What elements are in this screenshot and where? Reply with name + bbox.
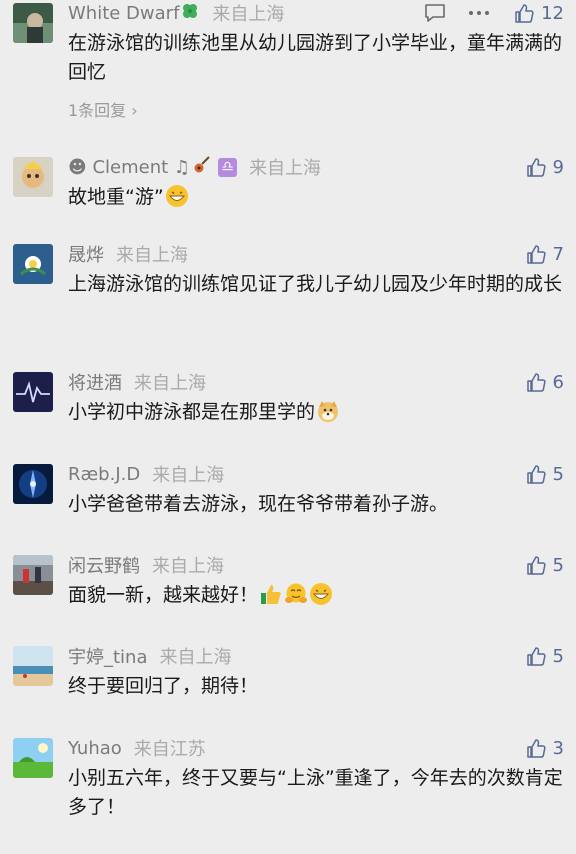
- comment-header: White Dwarf 来自上海 12: [68, 0, 564, 26]
- avatar[interactable]: [13, 464, 53, 504]
- thumbs-up-icon: [526, 158, 546, 177]
- hug-emoji: [285, 583, 308, 603]
- like-button[interactable]: 12: [513, 2, 564, 24]
- comment-text-row: 小学初中游泳都是在那里学的: [68, 398, 564, 427]
- comment-text-row: 故地重“游”: [68, 183, 564, 212]
- comment-text: 在游泳馆的训练池里从幼儿园游到了小学毕业，童年满满的回忆: [68, 32, 563, 83]
- comment-header: Yuhao 来自江苏 3: [68, 735, 564, 761]
- libra-badge: ♎: [218, 157, 238, 177]
- thumbs-up-icon: [526, 245, 546, 264]
- location-label: 来自上海: [249, 158, 322, 179]
- comment-item: 宇婷_tina 来自上海 5 终于要回归了，期待！: [0, 639, 576, 731]
- guitar-icon: [192, 155, 212, 180]
- comment-text: 小学爸爸带着去游泳，现在爷爷带着孙子游。: [68, 493, 449, 515]
- like-button[interactable]: 6: [525, 371, 564, 393]
- comment-header: 宇婷_tina 来自上海 5: [68, 643, 564, 669]
- like-count: 5: [552, 463, 564, 485]
- user-name[interactable]: Yuhao: [68, 738, 122, 759]
- comment-text: 终于要回归了，期待！: [68, 675, 259, 697]
- view-replies-link[interactable]: 1条回复 ›: [68, 97, 564, 121]
- comment-header: Ræb.J.D 来自上海 5: [68, 461, 564, 487]
- avatar[interactable]: [13, 3, 53, 43]
- chevron-right-icon: ›: [126, 101, 138, 120]
- thumbs-up-icon: [515, 4, 534, 23]
- location-label: 来自上海: [152, 556, 224, 577]
- thumbs-up-icon: [526, 739, 546, 758]
- like-button[interactable]: 5: [525, 645, 564, 667]
- thumbs-up-emoji: [261, 585, 281, 604]
- comment-item: ☻ Clement ♫ ♎ 来自上海 9 故地重“游”: [0, 148, 576, 241]
- comment-item: Ræb.J.D 来自上海 5 小学爸爸带着去游泳，现在爷爷带着孙子游。: [0, 457, 576, 548]
- user-name[interactable]: 将进酒: [68, 369, 122, 395]
- avatar[interactable]: [13, 372, 53, 412]
- avatar[interactable]: [13, 157, 53, 197]
- grinning-emoji: [310, 583, 333, 605]
- comment-icon[interactable]: [423, 1, 447, 25]
- comment-item: 晟烨 来自上海 7 上海游泳馆的训练馆见证了我儿子幼儿园及少年时期的成长: [0, 241, 576, 365]
- thumbs-up-icon: [526, 465, 546, 484]
- comment-header: 晟烨 来自上海 7: [68, 241, 564, 267]
- comment-item: White Dwarf 来自上海 12 在游泳馆的训练池里从幼儿园游到了小学毕业…: [0, 0, 576, 148]
- like-button[interactable]: 3: [525, 737, 564, 759]
- like-count: 9: [552, 156, 564, 178]
- user-name[interactable]: 宇婷_tina: [68, 643, 148, 669]
- grinning-emoji: [165, 185, 188, 207]
- avatar[interactable]: [13, 738, 53, 778]
- comment-item: Yuhao 来自江苏 3 小别五六年，终于又要与“上泳”重逢了，今年去的次数肯定…: [0, 731, 576, 841]
- user-name[interactable]: ☻ Clement ♫: [68, 157, 190, 178]
- user-name[interactable]: 闲云野鹤: [68, 552, 140, 578]
- comment-text: 小学初中游泳都是在那里学的: [68, 401, 316, 423]
- location-label: 来自上海: [152, 465, 225, 486]
- like-count: 6: [552, 371, 564, 393]
- like-button[interactable]: 5: [525, 463, 564, 485]
- like-button[interactable]: 5: [525, 554, 564, 576]
- like-count: 3: [552, 737, 564, 759]
- comment-text: 上海游泳馆的训练馆见证了我儿子幼儿园及少年时期的成长: [68, 273, 563, 295]
- avatar[interactable]: [13, 646, 53, 686]
- like-count: 12: [541, 2, 564, 24]
- like-button[interactable]: 9: [525, 156, 564, 178]
- user-name[interactable]: White Dwarf: [68, 3, 179, 24]
- comment-header: 将进酒 来自上海 6: [68, 369, 564, 395]
- comment-item: 闲云野鹤 来自上海 5 面貌一新，越来越好！: [0, 548, 576, 639]
- like-count: 5: [552, 645, 564, 667]
- like-count: 7: [552, 243, 564, 265]
- comment-text: 小别五六年，终于又要与“上泳”重逢了，今年去的次数肯定多了！: [68, 767, 563, 818]
- comment-list: White Dwarf 来自上海 12 在游泳馆的训练池里从幼儿园游到了小学毕业…: [0, 0, 576, 841]
- four-leaf-clover-icon: [180, 1, 200, 26]
- thumbs-up-icon: [526, 556, 546, 575]
- comment-header: ☻ Clement ♫ ♎ 来自上海 9: [68, 154, 564, 180]
- more-icon[interactable]: [467, 1, 491, 25]
- like-button[interactable]: 7: [525, 243, 564, 265]
- location-label: 来自江苏: [133, 739, 206, 760]
- location-label: 来自上海: [134, 373, 206, 394]
- location-label: 来自上海: [212, 4, 285, 25]
- replies-label: 1条回复: [68, 101, 127, 120]
- comment-text-row: 面貌一新，越来越好！: [68, 581, 564, 610]
- avatar[interactable]: [13, 244, 53, 284]
- comment-text: 面貌一新，越来越好！: [68, 584, 259, 606]
- thumbs-up-icon: [526, 647, 546, 666]
- location-label: 来自上海: [159, 647, 232, 668]
- comment-header: 闲云野鹤 来自上海 5: [68, 552, 564, 578]
- thumbs-up-icon: [526, 373, 546, 392]
- user-name[interactable]: Ræb.J.D: [68, 464, 140, 485]
- user-name[interactable]: 晟烨: [68, 241, 104, 267]
- avatar[interactable]: [13, 555, 53, 595]
- location-label: 来自上海: [116, 245, 188, 266]
- doge-emoji: [318, 401, 339, 422]
- like-count: 5: [552, 554, 564, 576]
- comment-text: 故地重“游”: [68, 186, 164, 208]
- comment-item: 将进酒 来自上海 6 小学初中游泳都是在那里学的: [0, 365, 576, 457]
